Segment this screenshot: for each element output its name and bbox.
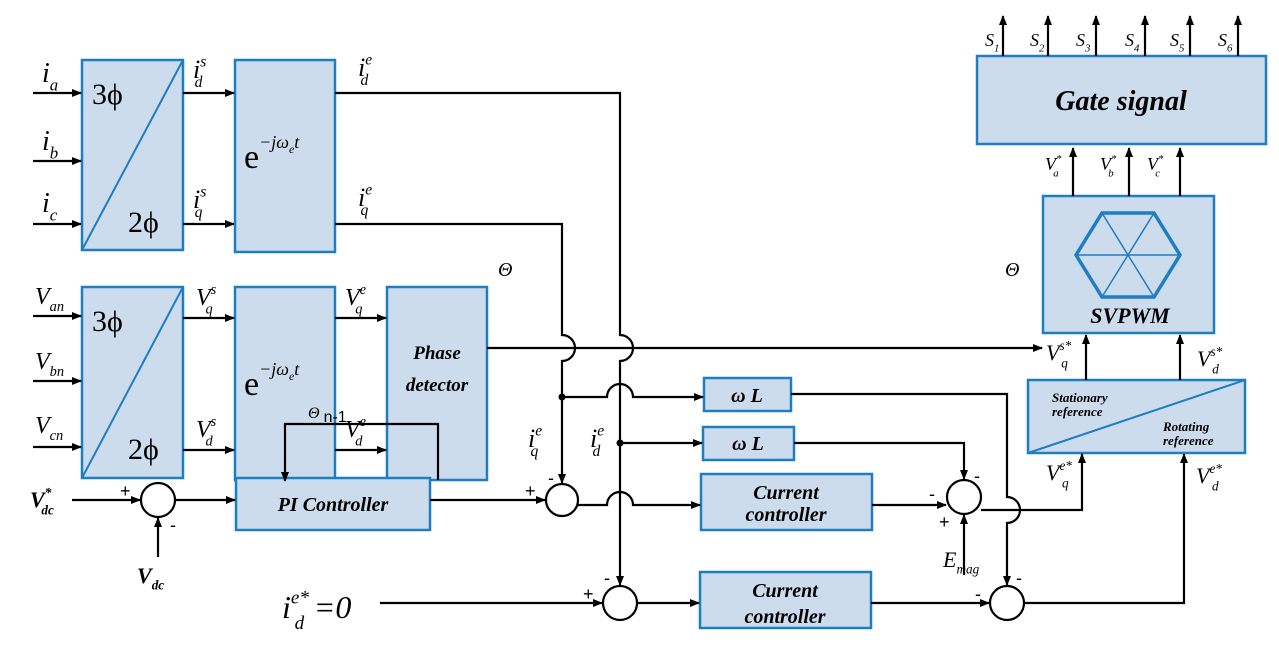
signal-label-iqe_v: ie q: [528, 422, 542, 460]
minus-sign: -: [929, 484, 935, 504]
signal-label-id_ref: ie* d =0: [282, 588, 351, 635]
signal-label-ic: ic: [42, 188, 58, 224]
svg-text:detector: detector: [406, 375, 469, 396]
block-text: 3ϕ: [92, 78, 123, 111]
signal-label-vqs_ref: Vs* q: [1046, 338, 1072, 371]
plus-sign: +: [939, 512, 950, 532]
block-text: 2ϕ: [128, 433, 159, 466]
rotation-current-block: e−jωet: [233, 58, 337, 254]
signal-label-vbn: Vbn: [35, 349, 64, 380]
pi-controller-block: PI Controller: [234, 476, 432, 532]
dc-voltage-summing-junction: [139, 481, 177, 519]
svg-text:Phase: Phase: [412, 343, 461, 364]
d-current-summing-junction: [601, 584, 639, 622]
signal-label-ide: ie d: [358, 51, 372, 89]
minus-sign: -: [604, 568, 610, 588]
minus-sign: -: [975, 584, 981, 604]
svg-text:Stationary: Stationary: [1052, 390, 1108, 405]
plus-sign: +: [525, 481, 536, 501]
signal-label-va_ref: V* a: [1045, 153, 1062, 179]
signal-label-ia: ia: [42, 58, 58, 94]
signal-label-vb_ref: V* b: [1100, 153, 1117, 179]
plus-sign: +: [583, 584, 594, 604]
abc-dq-current-block: 3ϕ 2ϕ: [80, 58, 185, 252]
svg-text:Rotating: Rotating: [1162, 419, 1210, 434]
signal-label-switches-1: S2: [1030, 30, 1045, 54]
block-text: 3ϕ: [92, 305, 123, 338]
svg-text:Current: Current: [752, 580, 819, 602]
signal-label-vqe: Ve q: [345, 282, 367, 317]
minus-sign: -: [1016, 568, 1022, 588]
q-current-summing-junction: [544, 482, 580, 518]
signal-label-switches-5: S6: [1218, 30, 1233, 54]
signal-label-switches-2: S3: [1076, 30, 1091, 54]
signal-label-vcn: Vcn: [35, 413, 63, 444]
svg-text:ω L: ω L: [731, 385, 763, 407]
signal-label-vqs: Vs q: [196, 282, 217, 317]
signal-label-vde: Ve d: [345, 414, 367, 449]
signal-label-switches-4: S5: [1170, 30, 1185, 54]
svg-text:controller: controller: [744, 606, 825, 628]
svg-text:PI Controller: PI Controller: [277, 494, 389, 516]
signal-label-switches-3: S4: [1125, 30, 1140, 54]
svg-text:ω L: ω L: [732, 433, 764, 455]
control-block-diagram: 3ϕ 2ϕ e−jωet 3ϕ 2ϕ e−jωet Phase detector…: [30, 15, 1268, 635]
svg-text:Gate signal: Gate signal: [1055, 86, 1187, 117]
signal-label-ids: is d: [193, 53, 206, 91]
signal-label-ide_v: ie d: [590, 422, 604, 460]
current-controller-q-block: Current controller: [699, 472, 874, 532]
signal-label-vds_ref: Vs* d: [1197, 344, 1223, 377]
signal-label-vqe_ref: Ve* q: [1046, 458, 1072, 491]
signal-label-van: Van: [35, 284, 64, 315]
block-text: 2ϕ: [128, 206, 159, 239]
svg-text:reference: reference: [1163, 433, 1214, 448]
omega-l-block-1: ω L: [702, 376, 793, 413]
svg-text:Current: Current: [753, 482, 820, 504]
signal-label-iqe: ie q: [358, 181, 372, 219]
signal-label-vdc_ref: V* dc: [30, 485, 54, 518]
svg-text:SVPWM: SVPWM: [1090, 303, 1171, 328]
signal-label-emag: Emag: [942, 547, 980, 577]
signal-label-vde_ref: Ve* d: [1196, 461, 1222, 494]
plus-sign: +: [120, 481, 131, 501]
d-voltage-summing-junction: [988, 584, 1026, 622]
signal-label-vc_ref: V* c: [1147, 153, 1164, 179]
abc-dq-voltage-block: 3ϕ 2ϕ: [80, 285, 185, 480]
signal-label-vds: Vs d: [196, 414, 217, 449]
signal-label-ib: ib: [42, 126, 58, 162]
frame-transform-block: Stationary reference Rotating reference: [1026, 378, 1247, 455]
signal-label-switches-0: S1: [985, 30, 999, 54]
theta-label: Θ: [1005, 259, 1019, 281]
minus-sign: -: [974, 466, 980, 486]
minus-sign: -: [170, 515, 176, 535]
minus-sign: -: [548, 468, 554, 488]
svg-text:controller: controller: [745, 504, 826, 526]
svg-text:reference: reference: [1052, 404, 1103, 419]
gate-signal-block: Gate signal: [975, 54, 1268, 146]
current-controller-d-block: Current controller: [698, 570, 873, 630]
signal-label-iqs: is q: [193, 183, 206, 221]
svpwm-block: SVPWM: [1041, 194, 1216, 335]
omega-l-block-2: ω L: [701, 425, 796, 462]
theta-label: Θ: [498, 259, 512, 281]
signal-label-vdc: Vdc: [137, 563, 164, 593]
